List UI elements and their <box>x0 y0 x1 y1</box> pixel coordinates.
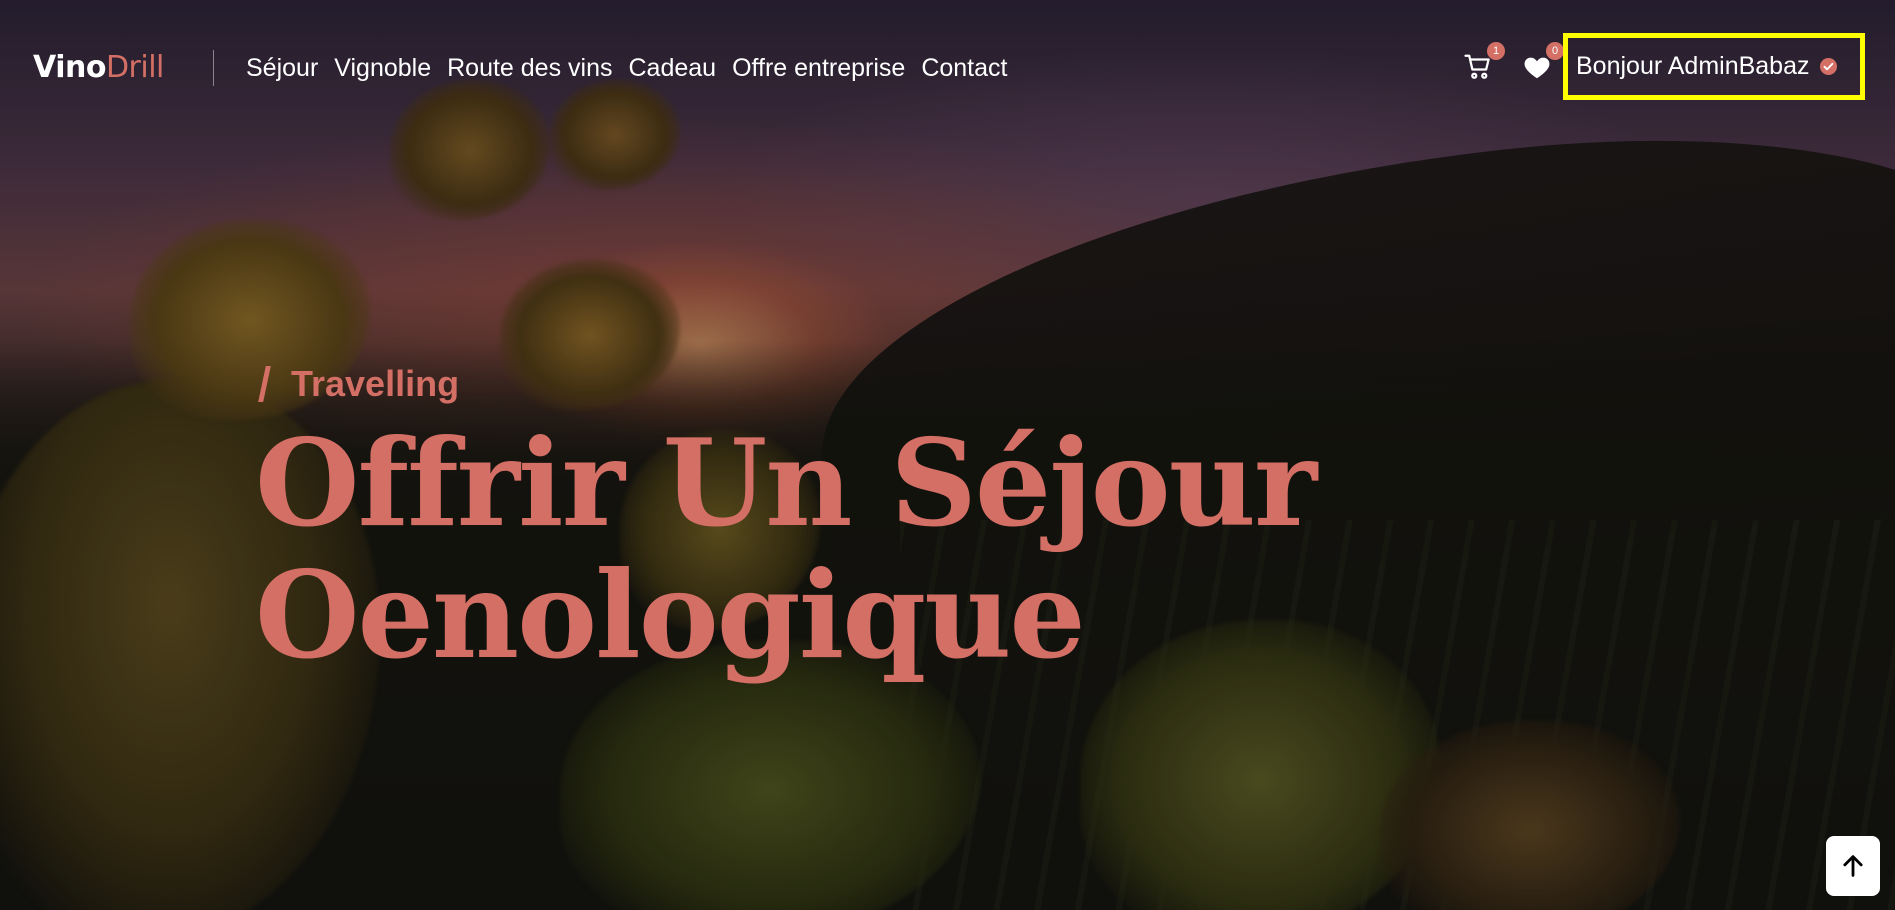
main-nav: Séjour Vignoble Route des vins Cadeau Of… <box>246 50 1007 86</box>
cart-button[interactable]: 1 <box>1463 42 1505 84</box>
check-circle-icon <box>1820 57 1838 76</box>
nav-item-contact[interactable]: Contact <box>921 54 1007 83</box>
hero-section: VinoDrill Séjour Vignoble Route des vins… <box>0 0 1895 910</box>
user-account-menu[interactable]: Bonjour AdminBabaz <box>1563 33 1865 100</box>
arrow-up-icon <box>1843 855 1863 877</box>
nav-item-cadeau[interactable]: Cadeau <box>629 54 717 83</box>
hero-title: Offrir Un Séjour Oenologique <box>255 413 1317 686</box>
logo-part-drill: Drill <box>105 50 164 85</box>
nav-item-vignoble[interactable]: Vignoble <box>334 54 431 83</box>
user-greeting: Bonjour AdminBabaz <box>1576 52 1810 80</box>
site-header: VinoDrill Séjour Vignoble Route des vins… <box>0 0 1895 138</box>
header-divider <box>213 50 214 86</box>
hero-eyebrow: Travelling <box>291 360 459 408</box>
cart-count-badge: 1 <box>1487 42 1505 60</box>
wishlist-count-badge: 0 <box>1546 42 1564 60</box>
nav-item-offre-entreprise[interactable]: Offre entreprise <box>732 54 905 83</box>
logo-part-vino: Vino <box>33 50 106 85</box>
scroll-to-top-button[interactable] <box>1826 836 1880 896</box>
site-logo[interactable]: VinoDrill <box>33 46 164 90</box>
nav-item-route-des-vins[interactable]: Route des vins <box>447 54 612 83</box>
wishlist-button[interactable]: 0 <box>1522 42 1564 84</box>
hero-eyebrow-text: Travelling <box>291 363 460 404</box>
nav-item-sejour[interactable]: Séjour <box>246 54 318 83</box>
